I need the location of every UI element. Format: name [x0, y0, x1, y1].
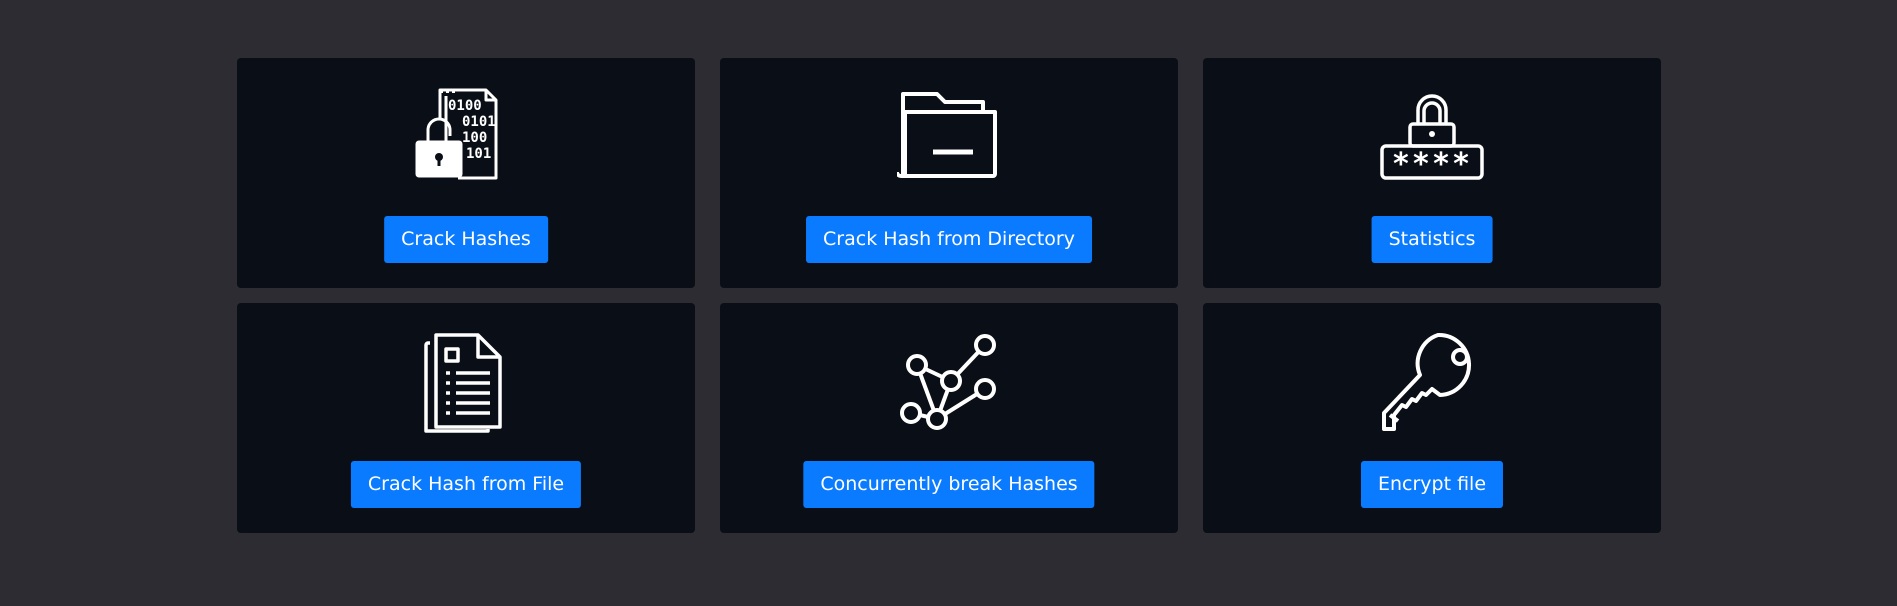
binary-line-2: 0101	[462, 114, 496, 130]
password-mask: ****	[1392, 147, 1472, 182]
key-icon	[1380, 331, 1484, 435]
card-crack-hash-directory: Crack Hash from Directory	[720, 58, 1178, 288]
crack-hash-directory-button[interactable]: Crack Hash from Directory	[806, 216, 1092, 263]
card-crack-hashes: 0100 0101 100 101 Crack Hashes	[237, 58, 695, 288]
concurrent-break-button[interactable]: Concurrently break Hashes	[803, 461, 1095, 508]
nodes-graph-icon	[897, 331, 1001, 435]
crack-hash-file-button[interactable]: Crack Hash from File	[350, 461, 582, 508]
crack-hashes-button[interactable]: Crack Hashes	[384, 216, 548, 263]
card-crack-hash-file: Crack Hash from File	[237, 303, 695, 533]
card-statistics: **** Statistics	[1203, 58, 1661, 288]
document-icon	[414, 331, 518, 435]
password-lock-icon: ****	[1380, 86, 1484, 190]
card-concurrent-break: Concurrently break Hashes	[720, 303, 1178, 533]
card-encrypt-file: Encrypt file	[1203, 303, 1661, 533]
tools-grid: 0100 0101 100 101 Crack Hashes Crack Has…	[237, 58, 1661, 533]
statistics-button[interactable]: Statistics	[1371, 216, 1493, 263]
encrypt-file-button[interactable]: Encrypt file	[1360, 461, 1504, 508]
binary-line-3: 100	[462, 130, 487, 146]
binary-line-1: 0100	[448, 98, 482, 114]
folder-icon	[897, 86, 1001, 190]
binary-line-4: 101	[466, 146, 491, 162]
binary-lock-icon: 0100 0101 100 101	[414, 86, 518, 190]
